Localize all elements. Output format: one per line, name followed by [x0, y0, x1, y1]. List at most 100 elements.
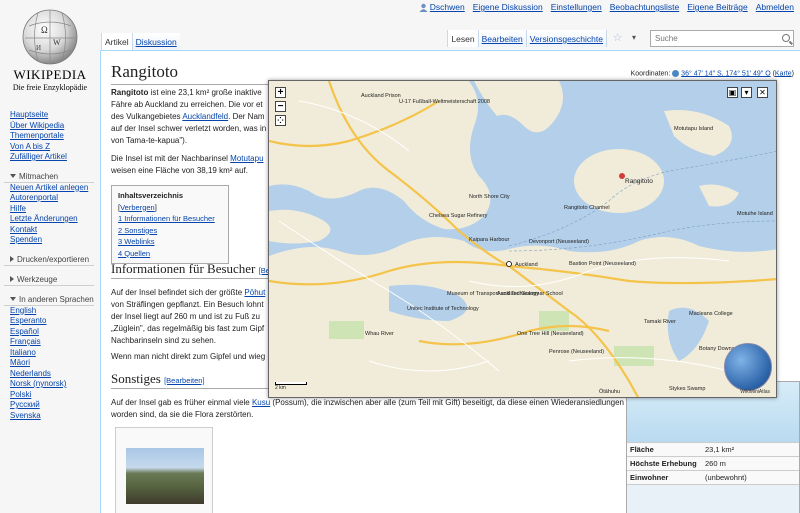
zoom-out-button[interactable]: −: [275, 101, 286, 112]
map-label[interactable]: Devonport (Neuseeland): [529, 239, 589, 245]
text: Auf der Insel befindet sich der größte: [111, 288, 245, 297]
username-link[interactable]: Dschwen: [430, 2, 465, 12]
sidebar-item-hauptseite[interactable]: Hauptseite: [10, 110, 48, 119]
portal-heading-drucken[interactable]: Drucken/exportieren: [4, 254, 94, 266]
link-pohutukawa[interactable]: Pōhut: [244, 288, 265, 297]
rangitoto-photo[interactable]: [126, 448, 204, 504]
watchlist-link[interactable]: Beobachtungsliste: [610, 2, 679, 12]
sidebar-item-spenden[interactable]: Spenden: [10, 235, 42, 244]
map-label[interactable]: Motuihe Island: [737, 211, 773, 217]
map-label[interactable]: Stykes Swamp: [669, 386, 705, 392]
text: worden sind, da sie die Flora zerstörten…: [111, 410, 254, 419]
section-title: Sonstiges: [111, 371, 161, 386]
lang-link[interactable]: Русский: [10, 400, 40, 409]
map-label[interactable]: Penrose (Neuseeland): [549, 349, 604, 355]
coordinates-link[interactable]: 36° 47′ 14″ S, 174° 51′ 49″ O: [681, 70, 770, 77]
map-label[interactable]: Auckland: [515, 262, 538, 268]
svg-text:Ω: Ω: [41, 25, 48, 35]
more-menu-chevron-icon[interactable]: ▾: [628, 30, 640, 47]
portal-heading-mitmachen[interactable]: Mitmachen: [4, 171, 94, 183]
reset-view-icon[interactable]: ⁘: [275, 115, 286, 126]
lang-link[interactable]: Norsk (nynorsk): [10, 379, 66, 388]
map-scale: 2 km: [275, 382, 307, 391]
globe-icon[interactable]: [724, 343, 772, 391]
portal-heading-werkzeuge[interactable]: Werkzeuge: [4, 274, 94, 286]
wikipedia-logo[interactable]: Ω W И WIKIPEDIA Die freie Enzyklopädie: [0, 0, 100, 100]
mini-atlas-map[interactable]: Auckland Prison U-17 Fußball-Weltmeister…: [268, 80, 777, 398]
lang-link[interactable]: Māori: [10, 358, 30, 367]
map-label[interactable]: Auckland Prison: [361, 93, 401, 99]
wordmark: WIKIPEDIA: [13, 67, 87, 82]
map-attribution[interactable]: WikiMiniAtlas: [740, 389, 770, 395]
map-label[interactable]: Tamaki River: [644, 319, 676, 325]
map-link[interactable]: Karte: [775, 70, 792, 77]
map-label[interactable]: Rangitoto: [625, 178, 653, 185]
map-label[interactable]: Ōtāhuhu: [599, 389, 620, 395]
sidebar-item-hilfe[interactable]: Hilfe: [10, 204, 26, 213]
edit-section-link[interactable]: [Bearbeiten]: [164, 376, 204, 385]
table-of-contents: Inhaltsverzeichnis [Verbergen] 1 Informa…: [111, 185, 229, 264]
toc-item[interactable]: 4 Quellen: [118, 249, 150, 258]
close-icon[interactable]: ✕: [757, 87, 768, 98]
user-link[interactable]: Dschwen: [419, 2, 465, 13]
link-aucklandfeld[interactable]: Aucklandfeld: [182, 112, 228, 121]
lang-link[interactable]: Français: [10, 337, 41, 346]
map-menu-chevron-icon[interactable]: ▾: [741, 87, 752, 98]
sidebar-item-themenportale[interactable]: Themenportale: [10, 131, 64, 140]
logout-link[interactable]: Abmelden: [756, 2, 794, 12]
lang-link[interactable]: Esperanto: [10, 316, 46, 325]
map-label[interactable]: One Tree Hill (Neuseeland): [517, 331, 584, 337]
map-label[interactable]: Auckland Grammar School: [497, 291, 563, 297]
toc-item[interactable]: 3 Weblinks: [118, 237, 155, 246]
toc-item[interactable]: 1 Informationen für Besucher: [118, 214, 215, 223]
lang-link[interactable]: Polski: [10, 390, 31, 399]
globe-icon[interactable]: [672, 70, 680, 77]
lang-link[interactable]: Nederlands: [10, 369, 51, 378]
link-motutapu[interactable]: Motutapu: [230, 154, 263, 163]
expand-icon[interactable]: ▣: [727, 87, 738, 98]
map-label[interactable]: Whau River: [365, 331, 394, 337]
talk-link[interactable]: Eigene Diskussion: [473, 2, 543, 12]
map-label[interactable]: North Shore City: [469, 194, 510, 200]
infobox-row: Höchste Erhebung 260 m: [627, 456, 799, 470]
preferences-link[interactable]: Einstellungen: [551, 2, 602, 12]
sidebar-item-ueber[interactable]: Über Wikipedia: [10, 121, 64, 130]
sidebar-item-autorenportal[interactable]: Autorenportal: [10, 193, 58, 202]
zoom-in-button[interactable]: +: [275, 87, 286, 98]
sidebar-item-kontakt[interactable]: Kontakt: [10, 225, 37, 234]
lang-link[interactable]: Svenska: [10, 411, 41, 420]
personal-tools: Dschwen Eigene Diskussion Einstellungen …: [419, 2, 794, 13]
map-label[interactable]: U-17 Fußball-Weltmeisterschaft 2008: [399, 99, 490, 105]
map-label[interactable]: Kaipara Harbour: [469, 237, 509, 243]
thumbnail-image[interactable]: [115, 427, 213, 513]
map-label[interactable]: Macleans College: [689, 311, 733, 317]
contributions-link[interactable]: Eigene Beiträge: [687, 2, 748, 12]
toc-item[interactable]: 2 Sonstiges: [118, 226, 157, 235]
map-label[interactable]: Unitec Institute of Technology: [407, 306, 479, 312]
map-label[interactable]: Rangitoto Channel: [564, 205, 610, 211]
search-input[interactable]: [651, 31, 779, 46]
sidebar-item-a-bis-z[interactable]: Von A bis Z: [10, 142, 50, 151]
lang-link[interactable]: Español: [10, 327, 39, 336]
sidebar-item-letzte-aenderungen[interactable]: Letzte Änderungen: [10, 214, 78, 223]
map-label[interactable]: Motutapu Island: [674, 126, 713, 132]
tab-artikel[interactable]: Artikel: [101, 33, 132, 50]
map-label[interactable]: Chelsea Sugar Refinery: [429, 213, 487, 219]
namespace-tabs: Artikel Diskussion: [101, 33, 180, 50]
portal-heading-sprachen[interactable]: In anderen Sprachen: [4, 294, 94, 306]
tab-versionsgeschichte[interactable]: Versionsgeschichte: [525, 30, 606, 47]
search-icon[interactable]: [782, 34, 790, 42]
link-kusu[interactable]: Kusu: [252, 398, 270, 407]
sidebar-item-zufaellig[interactable]: Zufälliger Artikel: [10, 152, 67, 161]
infobox-location-map[interactable]: [627, 484, 799, 513]
sonstiges-paragraph: Auf der Insel gab es früher einmal viele…: [111, 397, 711, 421]
toc-toggle-link[interactable]: Verbergen: [120, 203, 155, 212]
tab-bearbeiten[interactable]: Bearbeiten: [477, 30, 526, 47]
lang-link[interactable]: Italiano: [10, 348, 36, 357]
map-label[interactable]: Bastion Point (Neuseeland): [569, 261, 636, 267]
sidebar-item-neuer-artikel[interactable]: Neuen Artikel anlegen: [10, 183, 88, 192]
tab-lesen[interactable]: Lesen: [447, 30, 478, 47]
tab-diskussion[interactable]: Diskussion: [131, 33, 180, 50]
lang-link[interactable]: English: [10, 306, 36, 315]
watch-star-icon[interactable]: ☆: [606, 30, 628, 47]
